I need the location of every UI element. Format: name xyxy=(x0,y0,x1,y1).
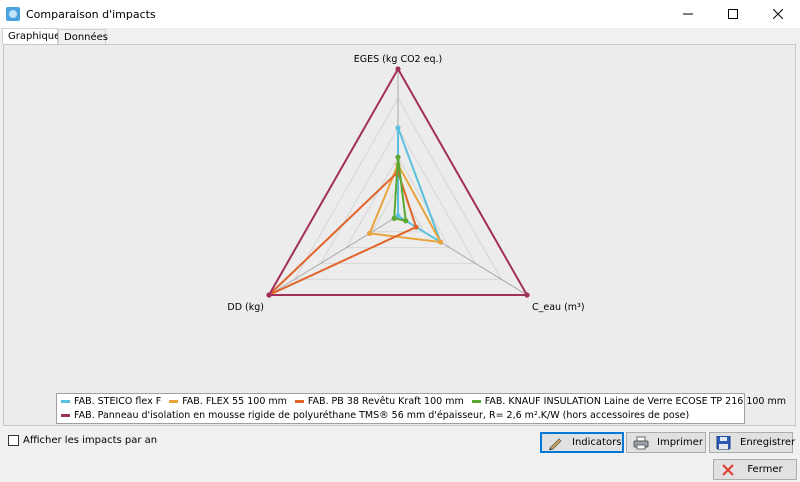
series-line xyxy=(397,127,443,245)
save-label: Enregistrer xyxy=(740,437,796,448)
series-line xyxy=(268,170,418,296)
print-label: Imprimer xyxy=(657,437,703,448)
legend-item: FAB. PB 38 Revêtu Kraft 100 mm xyxy=(294,395,464,409)
legend-label: FAB. FLEX 55 100 mm xyxy=(182,396,287,407)
close-x-icon xyxy=(720,463,736,477)
legend-swatch xyxy=(61,400,70,403)
series-point xyxy=(395,66,401,72)
chart-legend: FAB. STEICO flex F FAB. FLEX 55 100 mm FAB… xyxy=(56,393,786,424)
legend-label: FAB. Panneau d'isolation en mousse rigid… xyxy=(74,410,690,421)
axis-label: EGES (kg CO2 eq.) xyxy=(354,54,442,65)
series-line xyxy=(368,162,443,244)
series-point xyxy=(367,230,373,236)
legend-item: FAB. STEICO flex F xyxy=(61,395,161,409)
printer-icon xyxy=(633,436,649,450)
print-button[interactable]: Imprimer xyxy=(626,432,706,453)
series-point xyxy=(395,154,401,160)
series-point xyxy=(403,218,409,224)
legend-label: FAB. STEICO flex F xyxy=(74,396,162,407)
indicators-label: Indicators xyxy=(572,437,622,448)
per-year-label: Afficher les impacts par an xyxy=(23,435,158,446)
series-point xyxy=(391,215,397,221)
legend-item: FAB. KNAUF INSULATION Laine de Verre ECO… xyxy=(471,395,786,409)
series-point xyxy=(524,292,530,298)
series-point xyxy=(395,125,401,131)
pencil-icon xyxy=(548,436,564,450)
series-point xyxy=(437,239,444,245)
axis-label: C_eau (m³) xyxy=(532,302,585,313)
legend-item: FAB. Panneau d'isolation en mousse rigid… xyxy=(61,409,689,423)
legend-swatch xyxy=(61,414,70,417)
per-year-option[interactable]: Afficher les impacts par an xyxy=(8,435,157,446)
legend-row: FAB. STEICO flex F FAB. FLEX 55 100 mm FAB… xyxy=(61,395,794,409)
indicators-button[interactable]: Indicators xyxy=(540,432,624,453)
axis-spoke xyxy=(268,215,399,296)
legend-label: FAB. KNAUF INSULATION Laine de Verre ECO… xyxy=(484,396,786,407)
series-point xyxy=(413,224,419,230)
close-button[interactable]: Fermer xyxy=(713,459,797,480)
save-button[interactable]: Enregistrer xyxy=(709,432,795,453)
close-label: Fermer xyxy=(747,464,783,475)
per-year-checkbox[interactable] xyxy=(8,435,19,446)
legend-swatch xyxy=(169,400,179,403)
axis-label: DD (kg) xyxy=(227,302,264,313)
legend-swatch xyxy=(294,400,304,403)
legend-item: FAB. FLEX 55 100 mm xyxy=(169,395,287,409)
legend-label: FAB. PB 38 Revêtu Kraft 100 mm xyxy=(307,396,464,407)
floppy-disk-icon xyxy=(716,435,732,450)
legend-row: FAB. Panneau d'isolation en mousse rigid… xyxy=(61,409,697,423)
series-point xyxy=(266,292,272,298)
legend-swatch xyxy=(471,400,481,403)
